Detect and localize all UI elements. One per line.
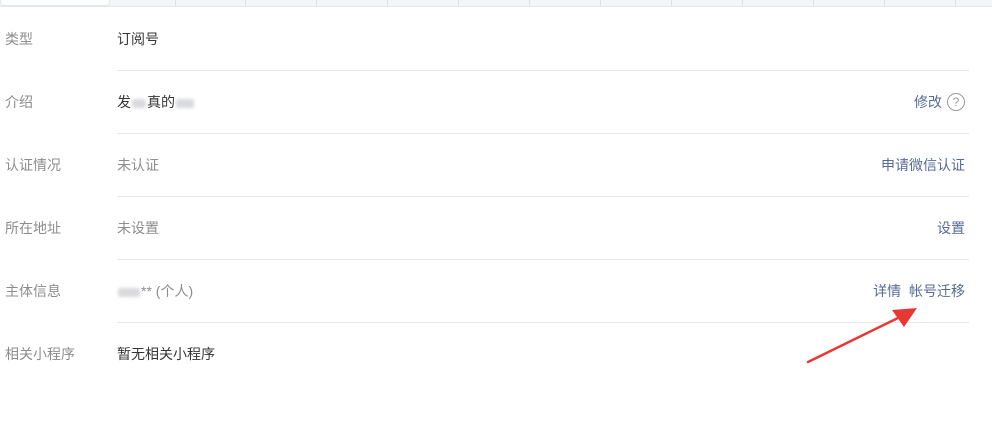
tab-separator — [316, 0, 317, 6]
row-label: 类型 — [5, 31, 33, 47]
arrow-shaft — [806, 313, 906, 364]
tab-separator — [884, 0, 885, 6]
redacted-text — [176, 98, 194, 108]
row-value: 未设置 — [117, 220, 159, 236]
active-tab[interactable] — [0, 0, 110, 6]
row-actions: 修改? — [910, 71, 965, 134]
row-intro: 介绍 发真的 修改? — [0, 71, 992, 134]
apply-verification-link[interactable]: 申请微信认证 — [881, 157, 965, 173]
row-actions: 设置 — [933, 197, 965, 260]
intro-text-start: 发 — [117, 94, 131, 110]
arrow-annotation — [806, 308, 917, 364]
help-icon[interactable]: ? — [947, 93, 965, 112]
row-type: 类型 订阅号 — [0, 8, 992, 71]
row-value: 订阅号 — [117, 31, 159, 47]
row-label: 主体信息 — [5, 283, 61, 299]
arrow-head — [892, 308, 917, 327]
row-verification: 认证情况 未认证 申请微信认证 — [0, 134, 992, 197]
tab-separator — [245, 0, 246, 6]
tab-separator — [529, 0, 530, 6]
account-migration-link[interactable]: 帐号迁移 — [909, 283, 965, 299]
row-label: 介绍 — [5, 94, 33, 110]
set-address-link[interactable]: 设置 — [937, 220, 965, 236]
row-value: 发真的 — [117, 71, 195, 134]
modify-link[interactable]: 修改 — [914, 94, 942, 110]
row-actions: 申请微信认证 — [877, 134, 965, 197]
entity-text: ** (个人) — [141, 283, 194, 299]
details-link[interactable]: 详情 — [873, 283, 901, 299]
row-address: 所在地址 未设置 设置 — [0, 197, 992, 260]
tab-separator — [742, 0, 743, 6]
row-label: 相关小程序 — [5, 346, 75, 362]
row-value: 暂无相关小程序 — [117, 346, 215, 362]
tab-separator — [955, 0, 956, 6]
tab-separator — [600, 0, 601, 6]
top-tab-bar — [0, 0, 992, 7]
intro-text-mid: 真的 — [147, 94, 175, 110]
row-value: ** (个人) — [117, 260, 193, 323]
tab-separator — [387, 0, 388, 6]
row-value: 未认证 — [117, 157, 159, 173]
row-label: 认证情况 — [5, 157, 61, 173]
row-label: 所在地址 — [5, 220, 61, 236]
tab-separator — [813, 0, 814, 6]
tab-separator — [175, 0, 176, 6]
redacted-text — [132, 98, 146, 108]
tab-separator — [458, 0, 459, 6]
tab-separator — [671, 0, 672, 6]
redacted-text — [118, 287, 140, 297]
